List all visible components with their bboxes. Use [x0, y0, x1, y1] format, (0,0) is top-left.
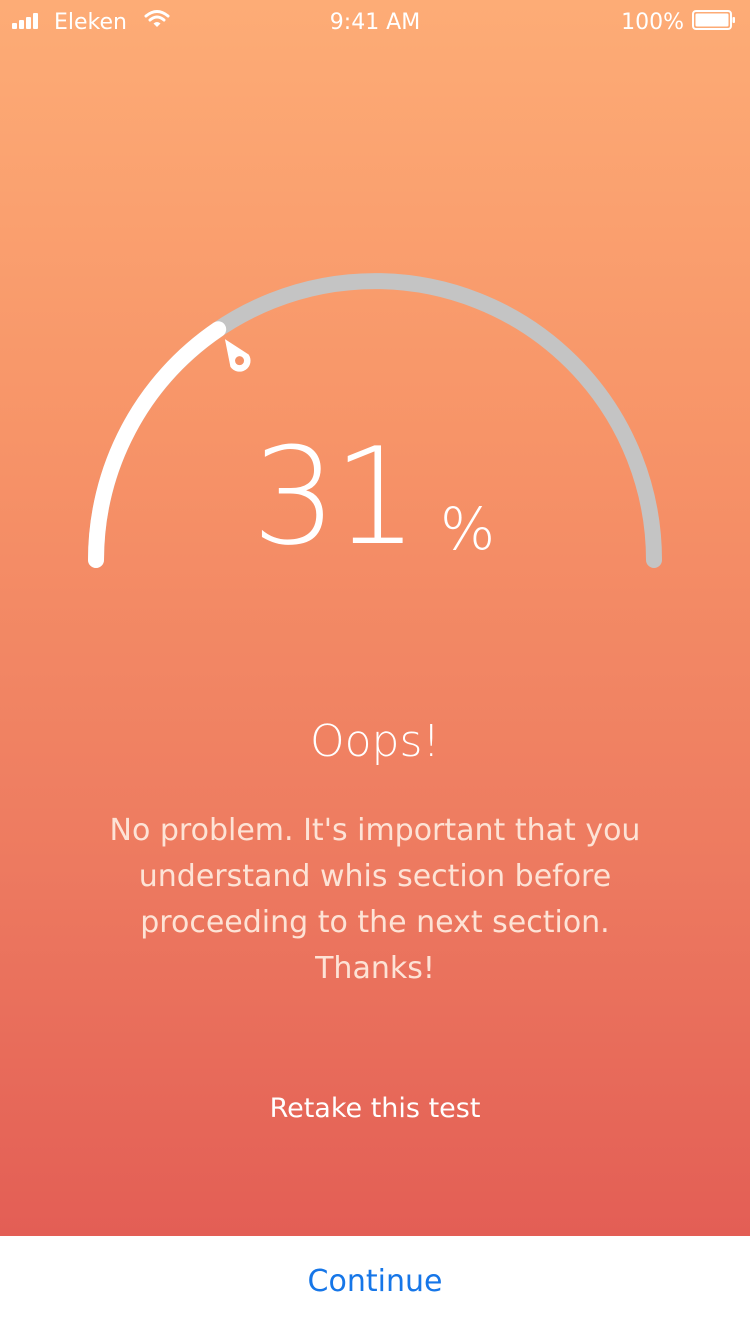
result-headline: Oops! — [309, 716, 441, 767]
score-percent-sign: % — [440, 495, 496, 563]
gauge-pointer-icon — [224, 339, 251, 372]
score-percent-value: 31 — [251, 419, 419, 575]
retake-test-button[interactable]: Retake this test — [0, 1093, 750, 1124]
bottom-action-bar: Continue — [0, 1236, 750, 1334]
gauge-progress-arc — [88, 321, 227, 568]
gauge-pointer-hole — [235, 356, 245, 366]
continue-button[interactable]: Continue — [0, 1264, 750, 1299]
result-screen: Eleken 9:41 AM 100% 31 % Oops! No proble… — [0, 0, 750, 1334]
result-message: No problem. It's important that you unde… — [109, 813, 641, 986]
